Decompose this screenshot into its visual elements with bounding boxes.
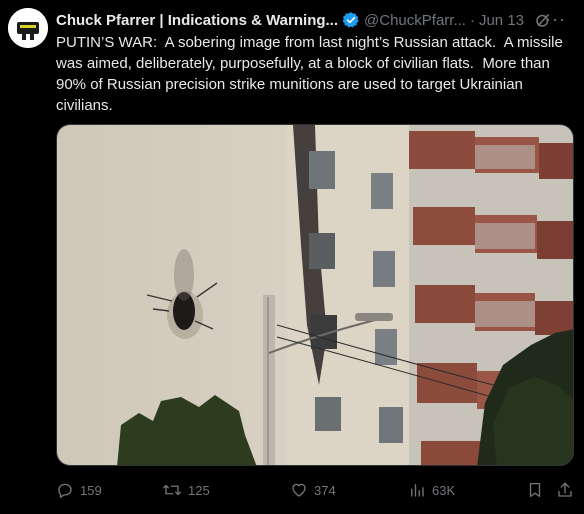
repost-button[interactable]: 125: [162, 481, 210, 499]
action-bar: 159 125 374 63K: [56, 478, 574, 502]
verified-badge-icon: [342, 11, 360, 29]
more-options-icon[interactable]: ···: [545, 10, 566, 28]
separator-dot: ·: [469, 11, 475, 29]
tweet-photo[interactable]: [56, 124, 574, 466]
share-button[interactable]: [556, 481, 574, 499]
tweet-date[interactable]: Jun 13: [479, 12, 524, 29]
like-button[interactable]: 374: [290, 481, 336, 499]
heart-icon: [292, 483, 306, 497]
views-button[interactable]: 63K: [408, 481, 455, 499]
author-name[interactable]: Chuck Pfarrer | Indications & Warning...: [56, 12, 338, 29]
reply-button[interactable]: 159: [56, 481, 102, 499]
repost-count: 125: [188, 482, 210, 498]
photo-image: [57, 125, 573, 465]
tweet-text: PUTIN’S WAR: A sobering image from last …: [56, 34, 568, 114]
bookmark-button[interactable]: [526, 481, 544, 499]
reply-count: 159: [80, 482, 102, 498]
views-icon: [411, 484, 424, 497]
views-count: 63K: [432, 482, 456, 498]
like-count: 374: [314, 482, 336, 498]
avatar[interactable]: [8, 8, 48, 48]
tweet[interactable]: Chuck Pfarrer | Indications & Warning...…: [0, 0, 584, 514]
reply-icon: [58, 483, 72, 499]
bookmark-icon: [529, 482, 541, 498]
author-handle[interactable]: @ChuckPfarr...: [364, 12, 466, 29]
repost-icon: [163, 484, 181, 496]
tweet-header: Chuck Pfarrer | Indications & Warning...…: [56, 10, 576, 30]
share-icon: [558, 482, 572, 497]
